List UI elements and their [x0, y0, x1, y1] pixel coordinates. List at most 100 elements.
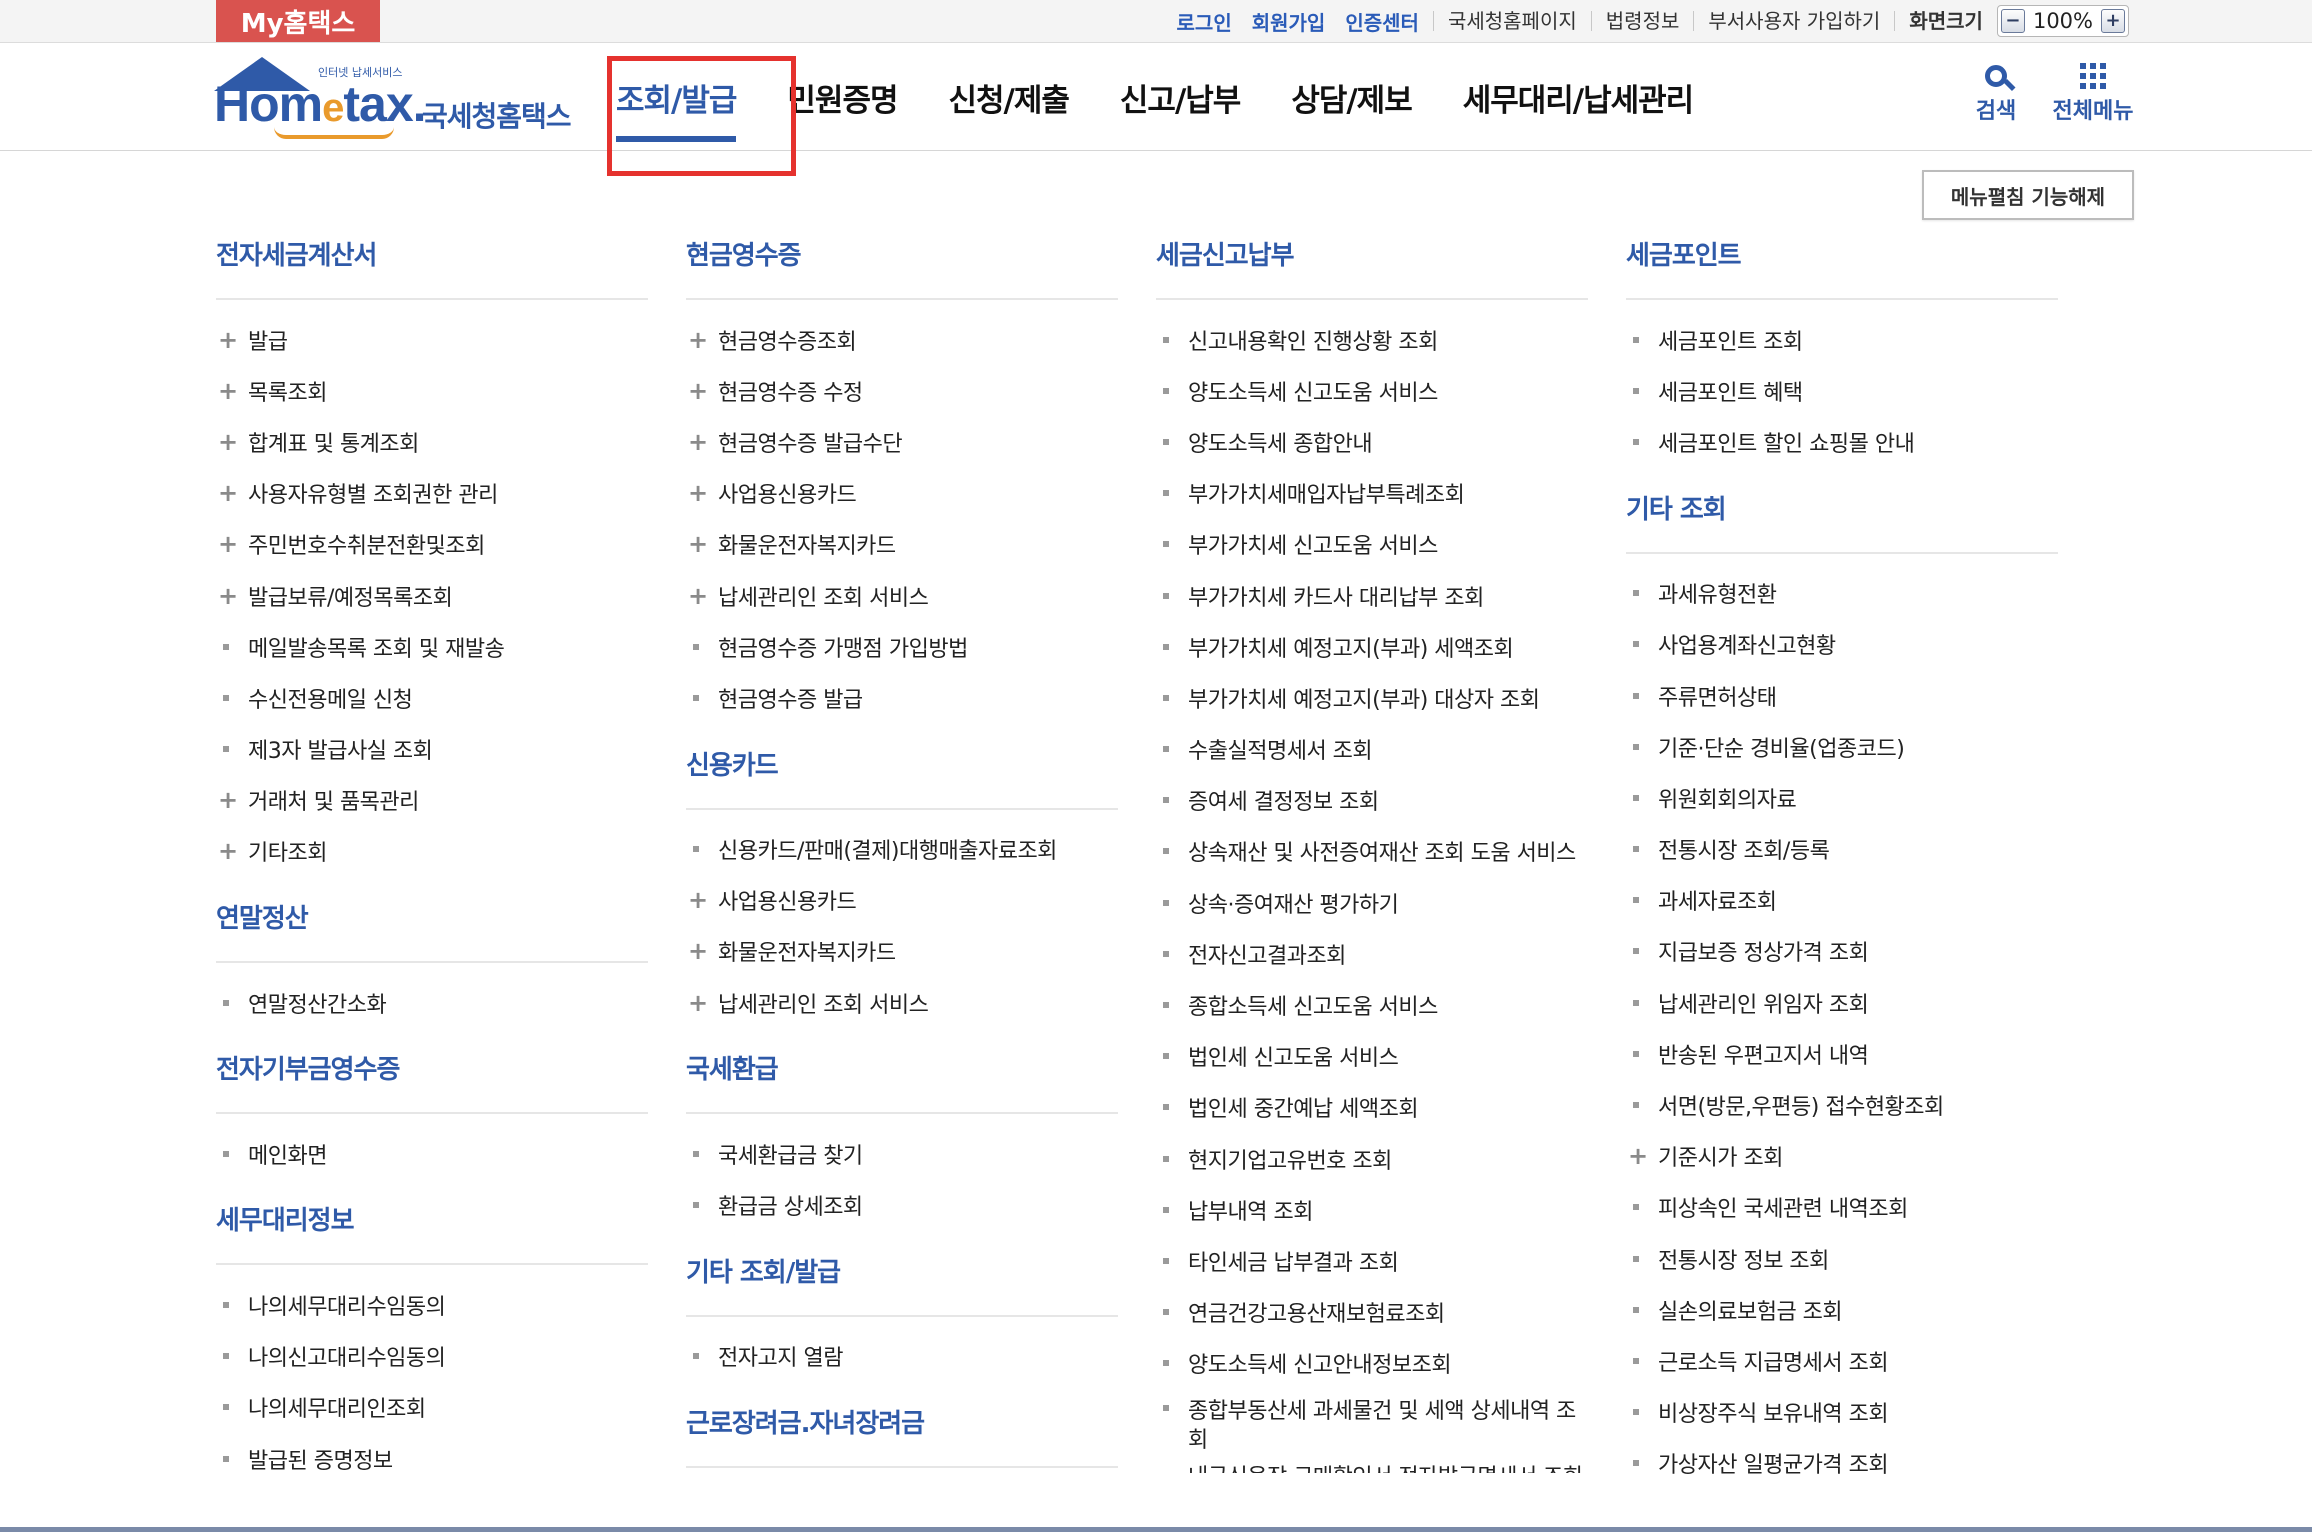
- menu-section-title[interactable]: 세금신고납부: [1156, 230, 1588, 300]
- menu-item[interactable]: 세금포인트 혜택: [1626, 365, 2058, 416]
- menu-item[interactable]: 지급보증 정상가격 조회: [1626, 926, 2058, 977]
- menu-item[interactable]: 전통시장 조회/등록: [1626, 824, 2058, 875]
- menu-item[interactable]: + 기타조회: [216, 826, 648, 877]
- menu-section-title[interactable]: 기타 조회/발급: [686, 1247, 1118, 1317]
- menu-item[interactable]: + 사용자유형별 조회권한 관리: [216, 468, 648, 519]
- menu-item[interactable]: 타인세금 납부결과 조회: [1156, 1235, 1588, 1286]
- menu-item[interactable]: + 현금영수증조회: [686, 314, 1118, 365]
- menu-item[interactable]: 현금영수증 발급: [686, 672, 1118, 723]
- menu-item[interactable]: 법인세 중간예납 세액조회: [1156, 1082, 1588, 1133]
- menu-item[interactable]: + 납세관리인 조회 서비스: [686, 570, 1118, 621]
- menu-unfold-toggle-button[interactable]: 메뉴펼침 기능해제: [1922, 170, 2134, 220]
- menu-item[interactable]: + 발급: [216, 314, 648, 365]
- menu-item[interactable]: 주류면허상태: [1626, 670, 2058, 721]
- menu-item[interactable]: 국세환급금 찾기: [686, 1128, 1118, 1179]
- menu-item[interactable]: 과세자료조회: [1626, 875, 2058, 926]
- menu-item[interactable]: 양도소득세 종합안내: [1156, 416, 1588, 467]
- menu-item[interactable]: 연금건강고용산재보험료조회: [1156, 1287, 1588, 1338]
- menu-item[interactable]: 증여세 결정정보 조회: [1156, 775, 1588, 826]
- menu-item[interactable]: 양도소득세 신고안내정보조회: [1156, 1338, 1588, 1389]
- menu-item[interactable]: 비상장주식 보유내역 조회: [1626, 1387, 2058, 1438]
- menu-item[interactable]: 수신전용메일 신청: [216, 672, 648, 723]
- menu-item[interactable]: + 합계표 및 통계조회: [216, 416, 648, 467]
- menu-section-title[interactable]: 연말정산: [216, 893, 648, 964]
- menu-item[interactable]: 나의세무대리수임동의: [216, 1279, 648, 1330]
- menu-section-title[interactable]: 세금포인트: [1626, 230, 2058, 300]
- signup-link[interactable]: 회원가입: [1252, 7, 1326, 36]
- nav-report-payment[interactable]: 신고/납부: [1120, 75, 1241, 120]
- menu-item[interactable]: 양도소득세 신고도움 서비스: [1156, 365, 1588, 416]
- menu-item[interactable]: 현금영수증 가맹점 가입방법: [686, 621, 1118, 672]
- menu-item[interactable]: 부가가치세 신고도움 서비스: [1156, 519, 1588, 570]
- law-info-link[interactable]: 법령정보: [1590, 11, 1694, 31]
- dept-user-join-link[interactable]: 부서사용자 가입하기: [1693, 11, 1894, 31]
- menu-item[interactable]: 서면(방문,우편등) 접수현황조회: [1626, 1079, 2058, 1130]
- menu-item[interactable]: 전통시장 정보 조회: [1626, 1233, 2058, 1284]
- menu-item[interactable]: 신고내용확인 진행상황 조회: [1156, 314, 1588, 365]
- menu-item[interactable]: 메인화면: [216, 1128, 648, 1179]
- menu-item[interactable]: + 사업용신용카드: [686, 468, 1118, 519]
- nts-homepage-link[interactable]: 국세청홈페이지: [1432, 11, 1591, 31]
- login-link[interactable]: 로그인: [1177, 7, 1232, 36]
- zoom-out-button[interactable]: −: [2000, 9, 2025, 33]
- menu-item[interactable]: + 화물운전자복지카드: [686, 926, 1118, 977]
- menu-item[interactable]: + 현금영수증 발급수단: [686, 416, 1118, 467]
- menu-item[interactable]: 연말정산간소화: [216, 977, 648, 1028]
- menu-item[interactable]: 전자고지 열람: [686, 1331, 1118, 1382]
- menu-item[interactable]: 세금포인트 조회: [1626, 314, 2058, 365]
- nav-application-submission[interactable]: 신청/제출: [949, 75, 1070, 120]
- menu-item[interactable]: 과세유형전환: [1626, 568, 2058, 619]
- menu-item[interactable]: 납세관리인 위임자 조회: [1626, 977, 2058, 1028]
- menu-section-title[interactable]: 전자기부금영수증: [216, 1044, 648, 1115]
- menu-item[interactable]: 실손의료보험금 조회: [1626, 1284, 2058, 1335]
- menu-item[interactable]: + 발급보류/예정목록조회: [216, 570, 648, 621]
- menu-item[interactable]: 종합부동산세 과세물건 및 세액 상세내역 조회: [1156, 1389, 1588, 1459]
- menu-item[interactable]: 가상자산 일평균가격 조회: [1626, 1438, 2058, 1489]
- menu-item[interactable]: + 주민번호수취분전환및조회: [216, 519, 648, 570]
- menu-section-title[interactable]: 전자세금계산서: [216, 230, 648, 300]
- menu-item[interactable]: + 거래처 및 품목관리: [216, 775, 648, 826]
- nav-consult-report[interactable]: 상담/제보: [1291, 75, 1412, 120]
- menu-item[interactable]: 반송된 우편고지서 내역: [1626, 1028, 2058, 1079]
- cert-center-link[interactable]: 인증센터: [1345, 7, 1419, 36]
- menu-item[interactable]: 사업용계좌신고현황: [1626, 619, 2058, 670]
- menu-item[interactable]: + 기준시가 조회: [1626, 1131, 2058, 1182]
- menu-item[interactable]: 나의신고대리수임동의: [216, 1331, 648, 1382]
- menu-section-title[interactable]: 기타 조회: [1626, 484, 2058, 554]
- menu-item[interactable]: 근로소득 지급명세서 조회: [1626, 1335, 2058, 1386]
- menu-item[interactable]: 위원회회의자료: [1626, 772, 2058, 823]
- menu-item[interactable]: 종합소득세 신고도움 서비스: [1156, 979, 1588, 1030]
- menu-item[interactable]: 수출실적명세서 조회: [1156, 724, 1588, 775]
- menu-item[interactable]: 부가가치세 예정고지(부과) 세액조회: [1156, 621, 1588, 672]
- nav-tax-agent[interactable]: 세무대리/납세관리: [1463, 75, 1694, 120]
- menu-item[interactable]: 메일발송목록 조회 및 재발송: [216, 621, 648, 672]
- menu-item[interactable]: 납부내역 조회: [1156, 1184, 1588, 1235]
- menu-item[interactable]: 제3자 발급사실 조회: [216, 724, 648, 775]
- menu-section-title[interactable]: 세무대리정보: [216, 1195, 648, 1266]
- menu-item[interactable]: 상속·증여재산 평가하기: [1156, 877, 1588, 928]
- menu-item[interactable]: + 목록조회: [216, 365, 648, 416]
- menu-item[interactable]: + 현금영수증 수정: [686, 365, 1118, 416]
- hometax-logo[interactable]: 인터넷 납세서비스 Hometax. 국세청홈택스: [214, 57, 584, 139]
- menu-item[interactable]: 전자신고결과조회: [1156, 928, 1588, 979]
- my-hometax-tab[interactable]: My홈택스: [216, 0, 380, 42]
- all-menu-button[interactable]: 전체메뉴: [2048, 59, 2138, 125]
- menu-item[interactable]: + 납세관리인 조회 서비스: [686, 977, 1118, 1028]
- menu-item[interactable]: 법인세 신고도움 서비스: [1156, 1031, 1588, 1082]
- menu-item[interactable]: 발급된 증명정보: [216, 1433, 648, 1484]
- menu-item[interactable]: 부가가치세매입자납부특례조회: [1156, 468, 1588, 519]
- menu-item[interactable]: + 화물운전자복지카드: [686, 519, 1118, 570]
- menu-item[interactable]: 부가가치세 예정고지(부과) 대상자 조회: [1156, 672, 1588, 723]
- zoom-in-button[interactable]: +: [2101, 9, 2125, 33]
- menu-item[interactable]: 부가가치세 카드사 대리납부 조회: [1156, 570, 1588, 621]
- menu-item[interactable]: + 사업용신용카드: [686, 875, 1118, 926]
- search-button[interactable]: 검색: [1951, 59, 2041, 125]
- menu-item[interactable]: 현지기업고유번호 조회: [1156, 1133, 1588, 1184]
- menu-item[interactable]: 신용카드/판매(결제)대행매출자료조회: [686, 824, 1118, 875]
- menu-section-title[interactable]: 현금영수증: [686, 230, 1118, 300]
- menu-item[interactable]: 상속재산 및 사전증여재산 조회 도움 서비스: [1156, 826, 1588, 877]
- menu-item[interactable]: 환급금 상세조회: [686, 1179, 1118, 1230]
- nav-civil-certificates[interactable]: 민원증명: [787, 75, 898, 120]
- menu-item[interactable]: 세금포인트 할인 쇼핑몰 안내: [1626, 416, 2058, 467]
- menu-section-title[interactable]: 근로장려금.자녀장려금: [686, 1398, 1118, 1468]
